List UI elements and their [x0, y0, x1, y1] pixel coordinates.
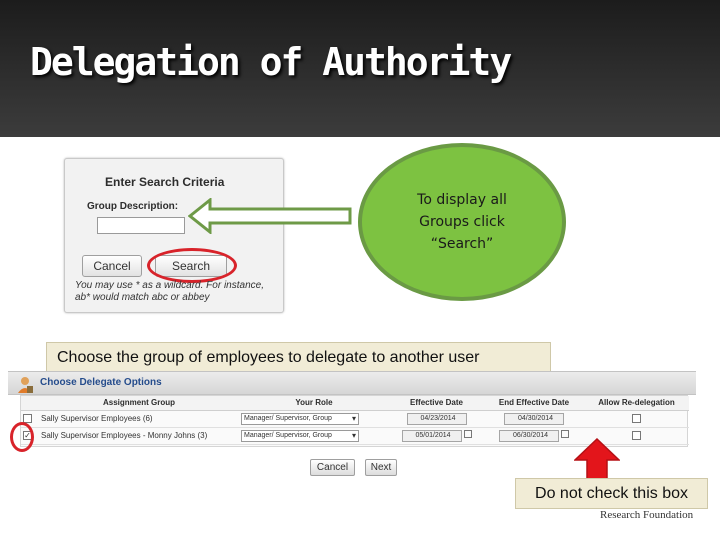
allow-redelegation-checkbox[interactable] — [632, 414, 641, 424]
arrow-left-icon — [188, 198, 352, 234]
role-select[interactable]: Manager/ Supervisor, Group — [241, 412, 359, 425]
allow-redelegation-checkbox[interactable] — [632, 431, 641, 441]
callout-text: To display all Groups click “Search” — [417, 192, 507, 252]
assignment-group-cell: Sally Supervisor Employees - Monny Johns… — [39, 427, 239, 445]
select-column-header — [21, 396, 39, 411]
table-header-row: Assignment Group Your Role Effective Dat… — [21, 396, 689, 411]
instruction-caption: Choose the group of employees to delegat… — [46, 342, 551, 373]
footer-logo: Research Foundation — [600, 509, 694, 521]
person-icon — [18, 377, 33, 393]
end-date-field[interactable]: 04/30/2014 — [504, 412, 564, 425]
delegate-options-bar: Choose Delegate Options — [8, 371, 696, 395]
calendar-icon[interactable] — [463, 430, 472, 439]
title-bar: Delegation of Authority — [0, 0, 720, 137]
effective-date-field[interactable]: 04/23/2014 — [406, 412, 467, 425]
group-description-label: Group Description: — [87, 201, 179, 212]
do-not-check-note: Do not check this box — [515, 478, 708, 509]
column-header: Assignment Group — [39, 396, 239, 411]
delegate-options-title: Choose Delegate Options — [40, 377, 162, 388]
calendar-icon[interactable] — [561, 430, 569, 439]
search-criteria-panel: Enter Search Criteria Group Description:… — [64, 158, 284, 313]
next-button[interactable]: Next — [365, 459, 397, 476]
column-header: Your Role — [239, 396, 389, 411]
assignment-group-cell: Sally Supervisor Employees (6) — [39, 410, 239, 428]
column-header: End Effective Date — [484, 396, 584, 411]
checkbox-highlight-ring — [10, 422, 34, 452]
end-date-field[interactable]: 06/30/2014 — [499, 429, 559, 442]
column-header: Effective Date — [389, 396, 484, 411]
search-highlight-ring — [147, 248, 237, 283]
search-callout: To display all Groups click “Search” — [358, 143, 566, 301]
slide-title: Delegation of Authority — [30, 40, 512, 84]
effective-date-field[interactable]: 05/01/2014 — [401, 429, 462, 442]
search-cancel-button[interactable]: Cancel — [82, 255, 142, 277]
column-header: Allow Re-delegation — [584, 396, 689, 411]
wildcard-hint: You may use * as a wildcard. For instanc… — [75, 280, 264, 303]
delegate-cancel-button[interactable]: Cancel — [310, 459, 355, 476]
table-row: Sally Supervisor Employees (6) Manager/ … — [21, 410, 689, 428]
role-select[interactable]: Manager/ Supervisor, Group — [241, 429, 359, 442]
arrow-up-icon — [574, 438, 620, 482]
group-description-input[interactable] — [97, 217, 185, 234]
search-panel-heading: Enter Search Criteria — [105, 175, 225, 189]
